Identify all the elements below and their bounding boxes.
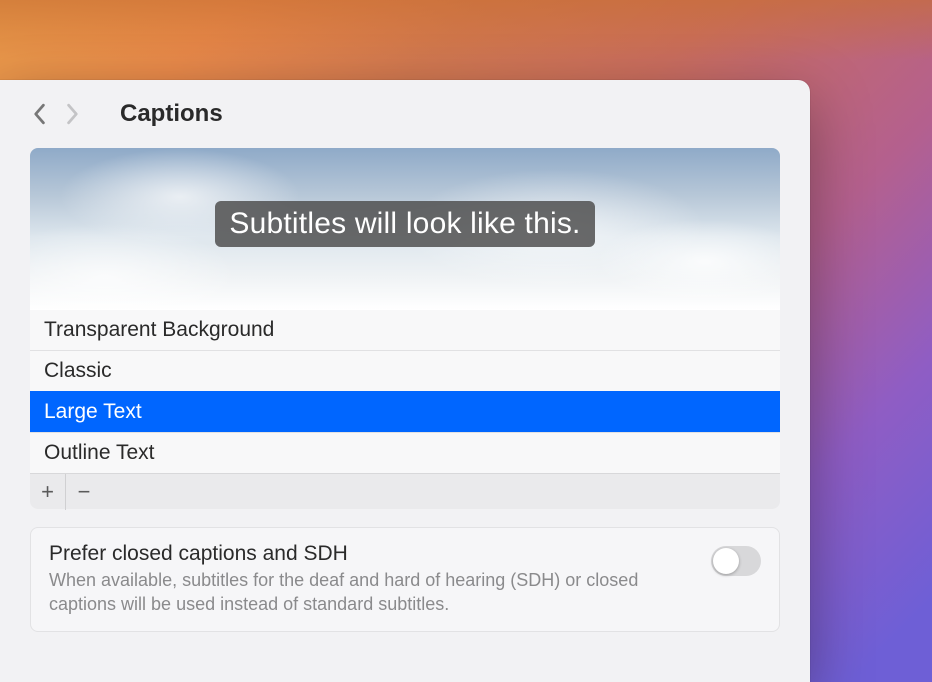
subtitle-preview-text: Subtitles will look like this. xyxy=(215,201,594,247)
forward-button[interactable] xyxy=(64,102,82,126)
style-item-transparent-background[interactable]: Transparent Background xyxy=(30,310,780,350)
sdh-toggle[interactable] xyxy=(711,546,761,576)
nav-buttons xyxy=(30,102,82,126)
chevron-left-icon xyxy=(32,103,46,125)
style-item-classic[interactable]: Classic xyxy=(30,350,780,391)
style-item-large-text[interactable]: Large Text xyxy=(30,391,780,432)
sdh-text-block: Prefer closed captions and SDH When avai… xyxy=(49,542,691,617)
chevron-right-icon xyxy=(66,103,80,125)
page-title: Captions xyxy=(120,100,223,128)
minus-icon: − xyxy=(78,479,91,505)
add-style-button[interactable]: + xyxy=(30,474,66,510)
list-footer: + − xyxy=(30,473,780,509)
style-item-label: Transparent Background xyxy=(44,318,274,341)
style-item-label: Classic xyxy=(44,359,112,382)
sdh-description: When available, subtitles for the deaf a… xyxy=(49,568,691,617)
header: Captions xyxy=(30,100,780,128)
caption-styles-list: Transparent Background Classic Large Tex… xyxy=(30,310,780,473)
style-item-label: Large Text xyxy=(44,400,142,423)
plus-icon: + xyxy=(41,479,54,505)
settings-window: Captions Subtitles will look like this. … xyxy=(0,80,810,682)
remove-style-button[interactable]: − xyxy=(66,474,102,510)
back-button[interactable] xyxy=(30,102,48,126)
caption-preview: Subtitles will look like this. xyxy=(30,148,780,310)
style-item-label: Outline Text xyxy=(44,441,155,464)
style-item-outline-text[interactable]: Outline Text xyxy=(30,432,780,473)
sdh-title: Prefer closed captions and SDH xyxy=(49,542,691,566)
sdh-panel: Prefer closed captions and SDH When avai… xyxy=(30,527,780,632)
